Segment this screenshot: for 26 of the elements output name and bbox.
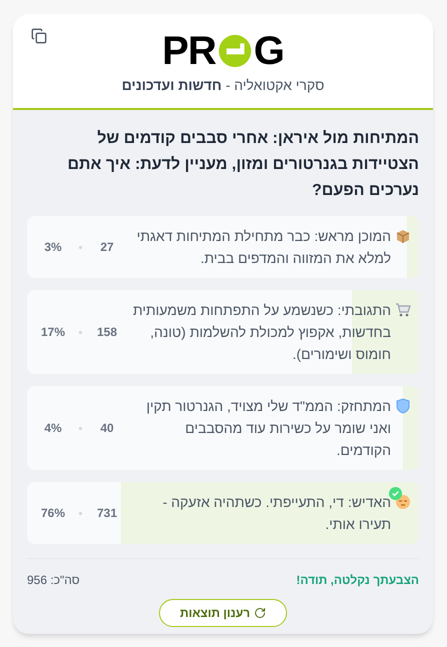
vote-percent: 4% xyxy=(43,420,63,437)
vote-percent: 3% xyxy=(43,239,63,256)
refresh-icon xyxy=(254,607,266,619)
logo-text: PR xyxy=(162,30,216,70)
option-label: המתחזק: הממ"ד שלי מצויד, הגנרטור תקין ואני שומר על כשירות עוד מהסבבים הקודמים. xyxy=(145,397,391,460)
refresh-results-button[interactable]: רענון תוצאות xyxy=(158,599,288,627)
option-label: התגובתי: כשנשמע על התפתחות משמעותית בחדשות, אקפוץ למכולת להשלמות (טונה, חומוס ושימורים). xyxy=(132,301,391,364)
vote-count: 731 xyxy=(96,505,118,522)
check-icon xyxy=(389,487,402,500)
box-icon xyxy=(395,228,411,244)
vote-count: 158 xyxy=(96,324,118,341)
tagline: סקרי אקטואליה - חדשות ועדכונים xyxy=(122,76,324,95)
vote-count: 27 xyxy=(99,239,115,256)
vote-percent: 76% xyxy=(40,505,66,522)
logo-text: G xyxy=(254,30,284,70)
vote-percent: 17% xyxy=(40,324,66,341)
vote-total: סה"כ: 956 xyxy=(27,572,80,589)
copy-icon[interactable] xyxy=(31,28,47,44)
cart-icon xyxy=(395,302,411,318)
logo-circle-icon xyxy=(218,34,252,68)
vote-count: 40 xyxy=(99,420,115,437)
shield-icon xyxy=(395,398,411,414)
option-label: האדיש: די, התעייפתי. כשתהיה אזעקה - תעירו אותי. xyxy=(162,493,391,534)
poll-question: המתיחות מול איראן: אחרי סבבים קודמים של הצטיידות בגנרטורים ומזון, מעניין לדעת: איך אתם נערכים הפעם? xyxy=(66,129,419,201)
vote-status: הצבעתך נקלטה, תודה! xyxy=(296,572,419,589)
option-label: המוכן מראש: כבר מתחילת המתיחות דאגתי למלא את המזווה והמדפים בבית. xyxy=(136,227,391,268)
